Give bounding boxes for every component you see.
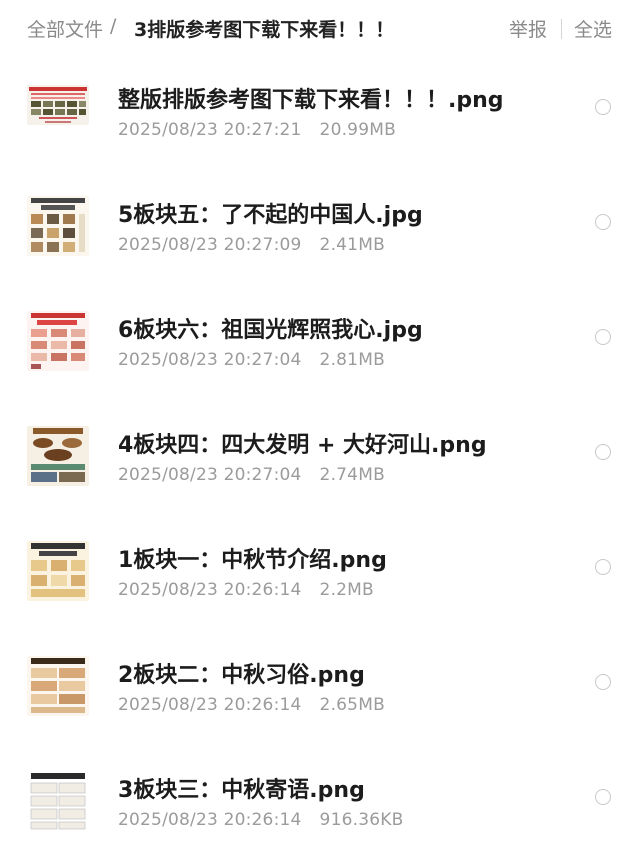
- file-name: 5板块五：了不起的中国人.jpg: [118, 203, 423, 228]
- image-thumbnail-icon: [27, 196, 89, 256]
- image-thumbnail-icon: [27, 311, 89, 371]
- breadcrumb-separator: /: [110, 15, 117, 37]
- file-meta: 2025/08/23 20:27:04 2.74MB: [118, 465, 385, 485]
- file-name: 4板块四：四大发明 + 大好河山.png: [118, 433, 487, 458]
- file-meta: 2025/08/23 20:27:09 2.41MB: [118, 235, 385, 255]
- file-date: 2025/08/23 20:26:14: [118, 580, 302, 600]
- select-all-button[interactable]: 全选: [574, 15, 612, 42]
- file-row[interactable]: 整版排版参考图下载下来看！！！.png 2025/08/23 20:27:21 2…: [0, 56, 640, 171]
- image-thumbnail-icon: [27, 771, 89, 831]
- file-row[interactable]: 1板块一：中秋节介绍.png 2025/08/23 20:26:14 2.2MB: [0, 516, 640, 631]
- file-date: 2025/08/23 20:27:04: [118, 350, 302, 370]
- action-divider: [561, 19, 562, 39]
- file-row[interactable]: 5板块五：了不起的中国人.jpg 2025/08/23 20:27:09 2.41…: [0, 171, 640, 286]
- file-name: 1板块一：中秋节介绍.png: [118, 548, 387, 573]
- top-bar: 全部文件 / 3排版参考图下载下来看！！！ 举报 全选: [0, 0, 640, 56]
- file-size: 2.81MB: [319, 350, 385, 370]
- file-size: 916.36KB: [319, 810, 404, 830]
- file-size: 2.65MB: [319, 695, 385, 715]
- file-name: 6板块六：祖国光辉照我心.jpg: [118, 318, 423, 343]
- select-radio[interactable]: [595, 789, 611, 805]
- report-button[interactable]: 举报: [509, 15, 547, 42]
- select-radio[interactable]: [595, 559, 611, 575]
- file-row[interactable]: 6板块六：祖国光辉照我心.jpg 2025/08/23 20:27:04 2.81…: [0, 286, 640, 401]
- file-date: 2025/08/23 20:27:09: [118, 235, 302, 255]
- file-date: 2025/08/23 20:27:21: [118, 120, 302, 140]
- breadcrumb-root[interactable]: 全部文件: [27, 15, 103, 42]
- breadcrumb-current-folder: 3排版参考图下载下来看！！！: [134, 19, 395, 41]
- file-size: 2.41MB: [319, 235, 385, 255]
- image-thumbnail-icon: [27, 541, 89, 601]
- file-row[interactable]: 4板块四：四大发明 + 大好河山.png 2025/08/23 20:27:04…: [0, 401, 640, 516]
- file-date: 2025/08/23 20:27:04: [118, 465, 302, 485]
- file-list: 整版排版参考图下载下来看！！！.png 2025/08/23 20:27:21 2…: [0, 56, 640, 861]
- file-size: 20.99MB: [319, 120, 396, 140]
- file-row[interactable]: 3板块三：中秋寄语.png 2025/08/23 20:26:14 916.36K…: [0, 746, 640, 861]
- select-radio[interactable]: [595, 444, 611, 460]
- file-size: 2.74MB: [319, 465, 385, 485]
- select-radio[interactable]: [595, 214, 611, 230]
- file-size: 2.2MB: [319, 580, 374, 600]
- file-meta: 2025/08/23 20:26:14 2.65MB: [118, 695, 385, 715]
- select-radio[interactable]: [595, 329, 611, 345]
- file-meta: 2025/08/23 20:26:14 2.2MB: [118, 580, 374, 600]
- file-name: 整版排版参考图下载下来看！！！.png: [118, 88, 504, 113]
- file-name: 2板块二：中秋习俗.png: [118, 663, 365, 688]
- select-radio[interactable]: [595, 674, 611, 690]
- file-meta: 2025/08/23 20:26:14 916.36KB: [118, 810, 403, 830]
- collage-thumbnail-icon: [27, 85, 89, 125]
- select-radio[interactable]: [595, 99, 611, 115]
- file-date: 2025/08/23 20:26:14: [118, 695, 302, 715]
- image-thumbnail-icon: [27, 426, 89, 486]
- file-meta: 2025/08/23 20:27:04 2.81MB: [118, 350, 385, 370]
- file-name: 3板块三：中秋寄语.png: [118, 778, 365, 803]
- image-thumbnail-icon: [27, 656, 89, 716]
- file-date: 2025/08/23 20:26:14: [118, 810, 302, 830]
- file-meta: 2025/08/23 20:27:21 20.99MB: [118, 120, 396, 140]
- file-row[interactable]: 2板块二：中秋习俗.png 2025/08/23 20:26:14 2.65MB: [0, 631, 640, 746]
